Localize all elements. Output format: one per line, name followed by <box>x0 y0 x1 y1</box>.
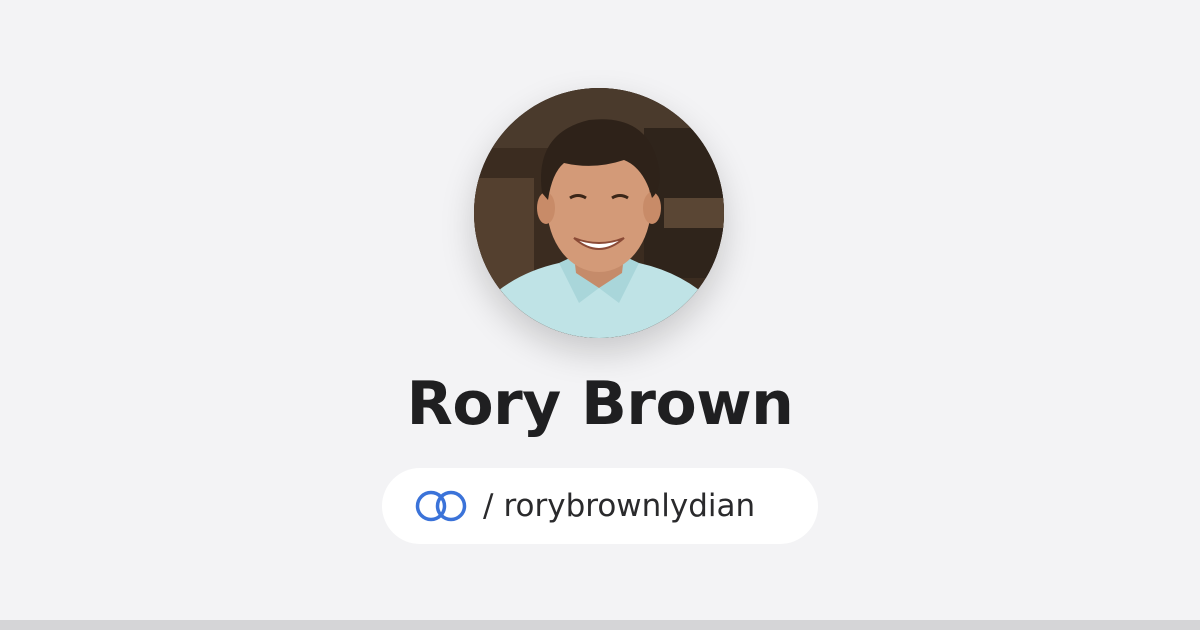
bottom-divider <box>0 620 1200 630</box>
profile-name: Rory Brown <box>406 369 794 439</box>
profile-handle-link[interactable]: / rorybrownlydian <box>382 468 818 544</box>
profile-card: Rory Brown / rorybrownlydian <box>0 0 1200 620</box>
handle-separator: / <box>483 488 494 524</box>
handle-username: rorybrownlydian <box>503 488 756 524</box>
linked-rings-icon <box>415 490 467 522</box>
handle-text: / rorybrownlydian <box>483 488 755 524</box>
profile-photo <box>474 88 724 338</box>
avatar <box>474 88 724 338</box>
